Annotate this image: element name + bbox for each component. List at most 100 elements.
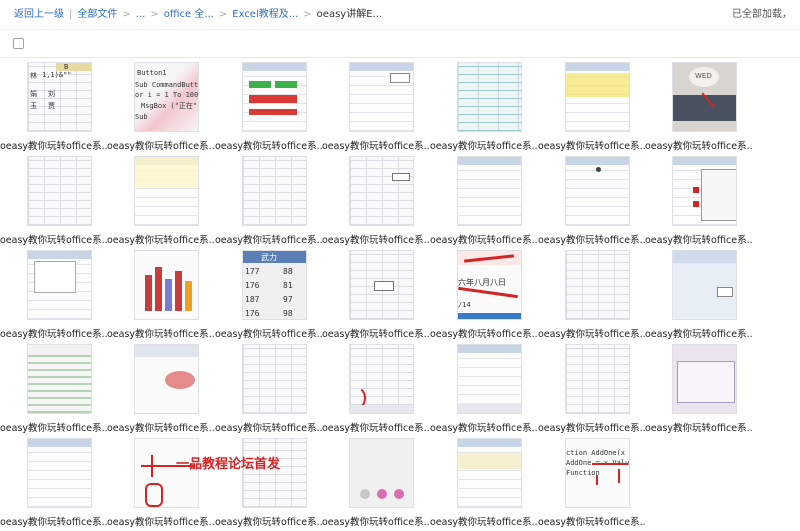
file-name[interactable]: oeasy教你玩转office系...	[215, 514, 323, 528]
file-name[interactable]: oeasy教你玩转office系...	[430, 326, 538, 340]
file-thumbnail[interactable]	[349, 438, 414, 508]
file-item[interactable]: 六年八月八日 /14 oeasy教你玩转office系...	[430, 250, 538, 343]
file-name[interactable]: oeasy教你玩转office系...	[322, 232, 430, 246]
file-item[interactable]: oeasy教你玩转office系...	[107, 344, 215, 437]
file-thumbnail[interactable]	[242, 438, 307, 508]
file-name[interactable]: oeasy教你玩转office系...	[538, 514, 646, 528]
file-item[interactable]: oeasy教你玩转office系...	[322, 438, 430, 531]
file-item[interactable]: WED oeasy教你玩转office系...	[645, 62, 753, 155]
file-item[interactable]: oeasy教你玩转office系...	[215, 62, 323, 155]
file-thumbnail[interactable]	[349, 344, 414, 414]
back-link[interactable]: 返回上一级	[14, 9, 64, 20]
breadcrumb-office[interactable]: office 全...	[164, 9, 214, 20]
file-name[interactable]: oeasy教你玩转office系...	[430, 232, 538, 246]
file-name[interactable]: oeasy教你玩转office系...	[645, 232, 753, 246]
file-thumbnail[interactable]	[27, 250, 92, 320]
file-name[interactable]: oeasy教你玩转office系...	[430, 138, 538, 152]
file-name[interactable]: oeasy教你玩转office系...	[107, 138, 215, 152]
select-all-checkbox[interactable]	[13, 38, 24, 49]
file-item[interactable]: oeasy教你玩转office系...	[538, 344, 646, 437]
breadcrumb-all-files[interactable]: 全部文件	[77, 9, 117, 20]
file-item[interactable]: 武力 177 88 176 81 187 97 176 98 oeasy教你玩转…	[215, 250, 323, 343]
file-item[interactable]: oeasy教你玩转office系...	[215, 156, 323, 249]
file-thumbnail[interactable]: ction AddOne(x As Rang AddOne = x.Value …	[565, 438, 630, 508]
file-thumbnail[interactable]	[672, 344, 737, 414]
file-name[interactable]: oeasy教你玩转office系...	[0, 326, 108, 340]
file-item[interactable]: oeasy教你玩转office系...	[107, 156, 215, 249]
file-thumbnail[interactable]	[565, 62, 630, 132]
file-name[interactable]: oeasy教你玩转office系...	[107, 326, 215, 340]
file-item[interactable]: 林 1,1)&"" B 娟 刘 玉 贾 oeasy教你玩转office系...	[0, 62, 108, 155]
file-thumbnail[interactable]	[242, 156, 307, 226]
file-thumbnail[interactable]	[27, 438, 92, 508]
file-thumbnail[interactable]	[242, 344, 307, 414]
file-thumbnail[interactable]	[565, 344, 630, 414]
file-name[interactable]: oeasy教你玩转office系...	[215, 232, 323, 246]
file-thumbnail[interactable]	[349, 62, 414, 132]
file-item[interactable]: oeasy教你玩转office系...	[430, 62, 538, 155]
file-thumbnail[interactable]: WED	[672, 62, 737, 132]
file-item[interactable]: oeasy教你玩转office系...	[538, 250, 646, 343]
file-name[interactable]: oeasy教你玩转office系...	[538, 420, 646, 434]
file-thumbnail[interactable]: 武力 177 88 176 81 187 97 176 98	[242, 250, 307, 320]
breadcrumb-excel[interactable]: Excel教程及...	[232, 9, 298, 20]
file-thumbnail[interactable]	[349, 156, 414, 226]
file-name[interactable]: oeasy教你玩转office系...	[215, 420, 323, 434]
file-thumbnail[interactable]: 林 1,1)&"" B 娟 刘 玉 贾	[27, 62, 92, 132]
breadcrumb-ellipsis[interactable]: ...	[136, 9, 146, 20]
file-item[interactable]: oeasy教你玩转office系...	[215, 438, 323, 531]
file-thumbnail[interactable]	[672, 250, 737, 320]
file-name[interactable]: oeasy教你玩转office系...	[0, 420, 108, 434]
file-item[interactable]: oeasy教你玩转office系...	[0, 250, 108, 343]
file-item[interactable]: oeasy教你玩转office系...	[322, 344, 430, 437]
file-name[interactable]: oeasy教你玩转office系...	[215, 138, 323, 152]
file-thumbnail[interactable]	[457, 156, 522, 226]
file-thumbnail[interactable]	[134, 250, 199, 320]
file-name[interactable]: oeasy教你玩转office系...	[538, 138, 646, 152]
file-item[interactable]: ction AddOne(x As Rang AddOne = x.Value …	[538, 438, 646, 531]
file-item[interactable]: oeasy教你玩转office系...	[322, 156, 430, 249]
file-thumbnail[interactable]	[27, 344, 92, 414]
file-item[interactable]: oeasy教你玩转office系...	[430, 156, 538, 249]
file-thumbnail[interactable]	[134, 344, 199, 414]
file-name[interactable]: oeasy教你玩转office系...	[107, 232, 215, 246]
file-item[interactable]: oeasy教你玩转office系...	[645, 344, 753, 437]
file-item[interactable]: oeasy教你玩转office系...	[0, 156, 108, 249]
file-thumbnail[interactable]	[242, 62, 307, 132]
file-item[interactable]: oeasy教你玩转office系...	[538, 156, 646, 249]
file-item[interactable]: oeasy教你玩转office系...	[645, 156, 753, 249]
file-item[interactable]: oeasy教你玩转office系...	[322, 250, 430, 343]
file-thumbnail[interactable]	[349, 250, 414, 320]
file-name[interactable]: oeasy教你玩转office系...	[322, 326, 430, 340]
file-item[interactable]: oeasy教你玩转office系...	[215, 344, 323, 437]
file-name[interactable]: oeasy教你玩转office系...	[538, 326, 646, 340]
file-item[interactable]: oeasy教你玩转office系...	[0, 344, 108, 437]
file-thumbnail[interactable]: Button1 Sub CommandButto or i = 1 To 100…	[134, 62, 199, 132]
file-item[interactable]: oeasy教你玩转office系...	[0, 438, 108, 531]
file-name[interactable]: oeasy教你玩转office系...	[107, 514, 215, 528]
file-item[interactable]: oeasy教你玩转office系...	[430, 438, 538, 531]
file-item[interactable]: oeasy教你玩转office系...	[107, 250, 215, 343]
file-name[interactable]: oeasy教你玩转office系...	[0, 232, 108, 246]
file-thumbnail[interactable]	[672, 156, 737, 226]
file-thumbnail[interactable]	[457, 438, 522, 508]
file-item[interactable]: oeasy教你玩转office系...	[107, 438, 215, 531]
file-name[interactable]: oeasy教你玩转office系...	[430, 420, 538, 434]
file-name[interactable]: oeasy教你玩转office系...	[430, 514, 538, 528]
file-item[interactable]: Button1 Sub CommandButto or i = 1 To 100…	[107, 62, 215, 155]
file-name[interactable]: oeasy教你玩转office系...	[645, 138, 753, 152]
file-item[interactable]: oeasy教你玩转office系...	[538, 62, 646, 155]
file-item[interactable]: oeasy教你玩转office系...	[645, 250, 753, 343]
file-item[interactable]: oeasy教你玩转office系...	[322, 62, 430, 155]
file-name[interactable]: oeasy教你玩转office系...	[645, 326, 753, 340]
file-name[interactable]: oeasy教你玩转office系...	[322, 420, 430, 434]
file-name[interactable]: oeasy教你玩转office系...	[322, 138, 430, 152]
file-name[interactable]: oeasy教你玩转office系...	[215, 326, 323, 340]
file-name[interactable]: oeasy教你玩转office系...	[0, 514, 108, 528]
file-name[interactable]: oeasy教你玩转office系...	[0, 138, 108, 152]
file-thumbnail[interactable]	[457, 344, 522, 414]
file-thumbnail[interactable]	[134, 438, 199, 508]
file-name[interactable]: oeasy教你玩转office系...	[107, 420, 215, 434]
file-thumbnail[interactable]	[565, 250, 630, 320]
file-thumbnail[interactable]	[134, 156, 199, 226]
